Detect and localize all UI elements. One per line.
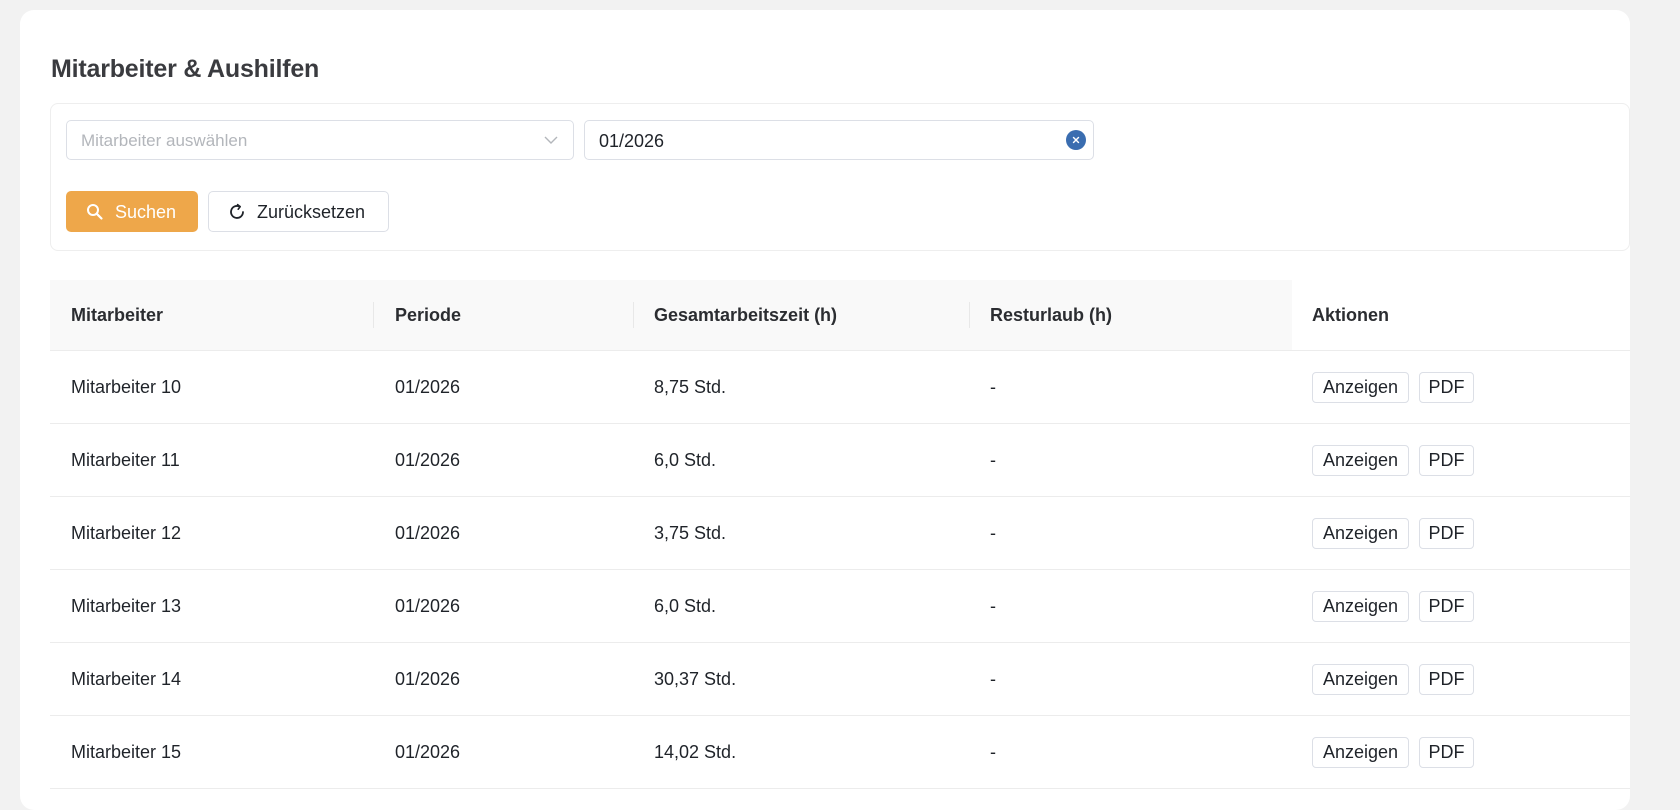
cell-remaining-vacation: - — [990, 523, 996, 543]
view-button[interactable]: Anzeigen — [1312, 372, 1409, 403]
table-row: Mitarbeiter 11 01/2026 6,0 Std. - Anzeig… — [50, 424, 1630, 497]
filter-panel: Mitarbeiter auswählen 01/2026 Suchen Zur… — [50, 103, 1630, 251]
cell-total-hours: 6,0 Std. — [654, 450, 717, 470]
clear-icon[interactable] — [1066, 130, 1086, 150]
pdf-button[interactable]: PDF — [1419, 664, 1474, 695]
pdf-button[interactable]: PDF — [1419, 737, 1474, 768]
column-header-period: Periode — [395, 305, 462, 325]
pdf-button[interactable]: PDF — [1419, 591, 1474, 622]
view-button[interactable]: Anzeigen — [1312, 591, 1409, 622]
table-header: Mitarbeiter Periode Gesamtarbeitszeit (h… — [50, 280, 1630, 351]
cell-employee: Mitarbeiter 12 — [71, 523, 182, 543]
view-button[interactable]: Anzeigen — [1312, 664, 1409, 695]
cell-employee: Mitarbeiter 13 — [71, 596, 182, 616]
cell-remaining-vacation: - — [990, 742, 996, 762]
search-button[interactable]: Suchen — [66, 191, 198, 232]
cell-period: 01/2026 — [395, 596, 461, 616]
view-button[interactable]: Anzeigen — [1312, 737, 1409, 768]
page-title: Mitarbeiter & Aushilfen — [51, 55, 320, 83]
cell-total-hours: 30,37 Std. — [654, 669, 737, 689]
column-header-remaining-vacation: Resturlaub (h) — [990, 305, 1113, 325]
cell-period: 01/2026 — [395, 450, 461, 470]
cell-period: 01/2026 — [395, 742, 461, 762]
period-input[interactable]: 01/2026 — [584, 120, 1094, 160]
cell-employee: Mitarbeiter 11 — [71, 450, 180, 470]
content-card: Mitarbeiter & Aushilfen Mitarbeiter ausw… — [20, 10, 1630, 810]
reset-button[interactable]: Zurücksetzen — [208, 191, 389, 232]
table-row: Mitarbeiter 13 01/2026 6,0 Std. - Anzeig… — [50, 570, 1630, 643]
view-button[interactable]: Anzeigen — [1312, 445, 1409, 476]
cell-total-hours: 3,75 Std. — [654, 523, 727, 543]
column-divider — [633, 302, 634, 328]
chevron-down-icon — [544, 136, 558, 144]
table-row: Mitarbeiter 12 01/2026 3,75 Std. - Anzei… — [50, 497, 1630, 570]
employee-table: Mitarbeiter Periode Gesamtarbeitszeit (h… — [50, 280, 1630, 789]
cell-employee: Mitarbeiter 10 — [71, 377, 182, 397]
cell-period: 01/2026 — [395, 523, 461, 543]
pdf-button[interactable]: PDF — [1419, 372, 1474, 403]
refresh-icon — [230, 203, 244, 219]
cell-remaining-vacation: - — [990, 669, 996, 689]
pdf-button[interactable]: PDF — [1419, 518, 1474, 549]
cell-period: 01/2026 — [395, 669, 461, 689]
cell-remaining-vacation: - — [990, 596, 996, 616]
cell-period: 01/2026 — [395, 377, 461, 397]
pdf-button[interactable]: PDF — [1419, 445, 1474, 476]
table-row: Mitarbeiter 14 01/2026 30,37 Std. - Anze… — [50, 643, 1630, 716]
reset-button-label: Zurücksetzen — [257, 202, 366, 222]
table-row: Mitarbeiter 15 01/2026 14,02 Std. - Anze… — [50, 716, 1630, 789]
cell-total-hours: 8,75 Std. — [654, 377, 727, 397]
employee-select-placeholder: Mitarbeiter auswählen — [81, 131, 248, 150]
column-header-actions: Aktionen — [1312, 305, 1390, 325]
column-divider — [373, 302, 374, 328]
search-button-label: Suchen — [115, 202, 177, 222]
table-row: Mitarbeiter 10 01/2026 8,75 Std. - Anzei… — [50, 351, 1630, 424]
period-value: 01/2026 — [599, 131, 665, 151]
search-icon — [87, 204, 103, 220]
cell-employee: Mitarbeiter 15 — [71, 742, 182, 762]
cell-total-hours: 6,0 Std. — [654, 596, 717, 616]
column-divider — [969, 302, 970, 328]
employee-select[interactable]: Mitarbeiter auswählen — [66, 120, 574, 160]
view-button[interactable]: Anzeigen — [1312, 518, 1409, 549]
cell-remaining-vacation: - — [990, 377, 996, 397]
cell-employee: Mitarbeiter 14 — [71, 669, 182, 689]
cell-total-hours: 14,02 Std. — [654, 742, 737, 762]
cell-remaining-vacation: - — [990, 450, 996, 470]
column-header-employee: Mitarbeiter — [71, 305, 164, 325]
column-header-total-hours: Gesamtarbeitszeit (h) — [654, 305, 838, 325]
